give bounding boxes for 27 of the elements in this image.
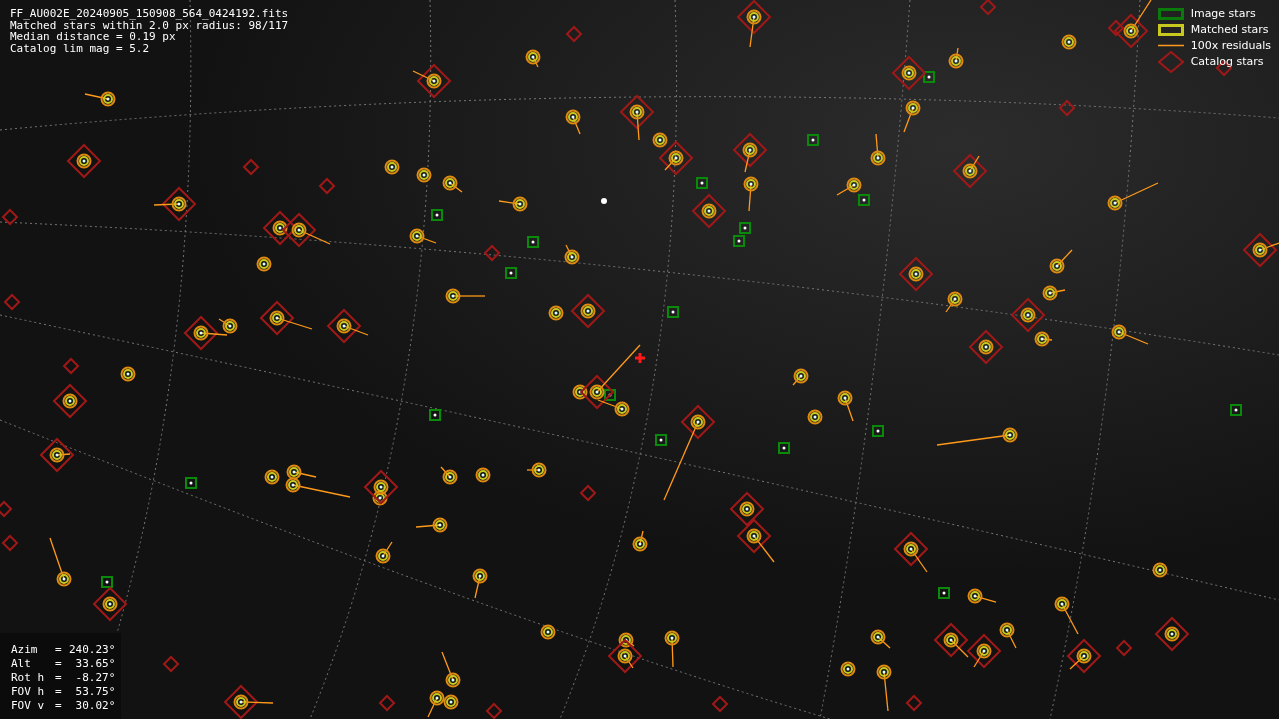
- matched-star-marker-icon: [1157, 23, 1184, 36]
- info-label: FOV h: [11, 685, 46, 699]
- header-text: FF_AU002E_20240905_150908_564_0424192.fits: [10, 8, 289, 20]
- info-value: -8.27°: [74, 671, 117, 685]
- header-text: Median distance = 0.19 px: [10, 31, 176, 43]
- equals-sign: =: [55, 643, 63, 657]
- info-label: FOV v: [11, 699, 46, 713]
- equals-sign: =: [55, 685, 63, 699]
- header-text: Catalog lim mag = 5.2: [10, 42, 151, 54]
- info-value: 240.23°: [69, 643, 117, 657]
- legend-label: Image stars: [1190, 7, 1256, 20]
- info-value: 53.75°: [74, 685, 117, 699]
- image-star-marker-icon: [1157, 7, 1184, 20]
- info-label: Azim: [11, 643, 39, 657]
- legend-label: 100x residuals: [1190, 39, 1271, 52]
- diamond-icon: [1157, 50, 1184, 73]
- info-label: Rot h: [11, 671, 46, 685]
- equals-sign: =: [55, 671, 63, 685]
- info-value: 30.02°: [74, 699, 117, 713]
- legend-label: Matched stars: [1190, 23, 1269, 36]
- equals-sign: =: [55, 657, 63, 671]
- info-value: 33.65°: [74, 657, 117, 671]
- info-label: Alt: [11, 657, 32, 671]
- equals-sign: =: [55, 699, 63, 713]
- header-text: Matched stars within 2.0 px radius: 98/117: [10, 19, 289, 31]
- legend-label: Catalog stars: [1190, 55, 1264, 68]
- residual-line-icon: [1157, 44, 1184, 47]
